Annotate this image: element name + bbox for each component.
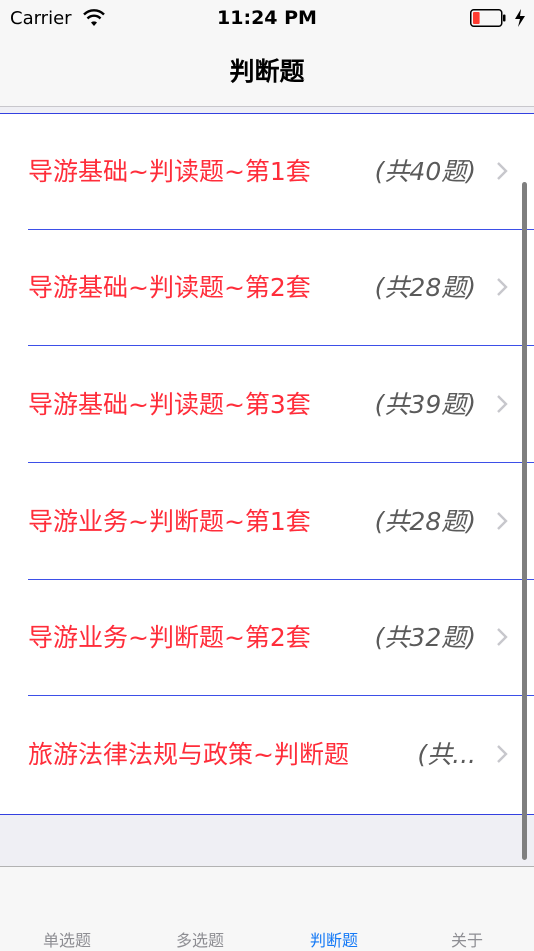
list-item-title: 导游基础~判读题~第3套: [28, 390, 311, 419]
status-time: 11:24 PM: [217, 7, 317, 29]
chevron-right-icon: [497, 745, 508, 763]
list-item-title: 导游基础~判读题~第1套: [28, 157, 311, 186]
tab-about[interactable]: 关于: [400, 927, 534, 951]
scroll-indicator[interactable]: [522, 182, 527, 860]
row-separator: [28, 345, 534, 346]
list-item-title: 导游业务~判断题~第2套: [28, 623, 311, 652]
chevron-right-icon: [497, 512, 508, 530]
list-item[interactable]: 导游业务~判断题~第1套 (共28题): [0, 464, 534, 580]
list-item[interactable]: 导游业务~判断题~第2套 (共32题): [0, 580, 534, 696]
row-separator: [28, 695, 534, 696]
list-item-count: (共28题): [374, 273, 476, 302]
list-item-count: (共40题): [374, 157, 476, 186]
list-item-count: (共28题): [374, 507, 476, 536]
exercise-list: 导游基础~判读题~第1套 (共40题) 导游基础~判读题~第2套 (共28题) …: [0, 113, 534, 815]
tab-multiple-choice[interactable]: 多选题: [133, 927, 267, 951]
row-separator: [28, 462, 534, 463]
chevron-right-icon: [497, 628, 508, 646]
list-item-title: 导游基础~判读题~第2套: [28, 273, 311, 302]
charging-bolt-icon: [515, 9, 525, 27]
battery-icon: [470, 9, 506, 27]
tab-true-false[interactable]: 判断题: [267, 927, 401, 951]
chevron-right-icon: [497, 162, 508, 180]
tab-single-choice[interactable]: 单选题: [0, 927, 134, 951]
list-item-title: 旅游法律法规与政策~判断题: [28, 740, 349, 769]
list-item[interactable]: 旅游法律法规与政策~判断题 (共...: [0, 697, 534, 813]
list-item-count: (共...: [417, 740, 476, 769]
list-item-title: 导游业务~判断题~第1套: [28, 507, 311, 536]
page-title: 判断题: [229, 57, 305, 86]
status-bar: Carrier 11:24 PM: [0, 0, 534, 40]
list-item-count: (共32题): [374, 623, 476, 652]
list-item[interactable]: 导游基础~判读题~第3套 (共39题): [0, 347, 534, 463]
list-item-count: (共39题): [374, 390, 476, 419]
chevron-right-icon: [497, 395, 508, 413]
list-item[interactable]: 导游基础~判读题~第2套 (共28题): [0, 230, 534, 346]
list-item[interactable]: 导游基础~判读题~第1套 (共40题): [0, 114, 534, 230]
chevron-right-icon: [497, 278, 508, 296]
navigation-bar: 判断题: [0, 40, 534, 107]
tab-bar: 单选题 多选题 判断题 关于: [0, 866, 534, 951]
